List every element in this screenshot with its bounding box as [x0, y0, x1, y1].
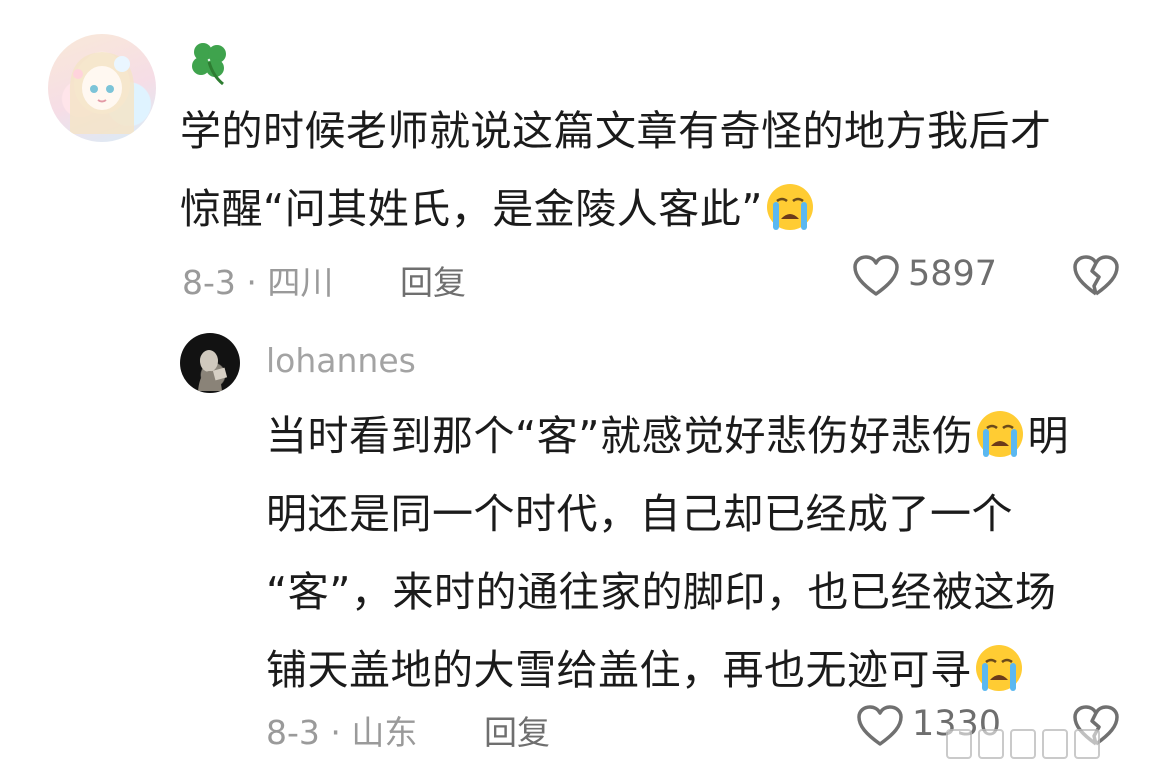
loudly-crying-face-icon [973, 641, 1025, 693]
loudly-crying-face-icon [764, 180, 816, 232]
four-leaf-clover-icon [183, 36, 235, 88]
loudly-crying-face-icon [974, 407, 1026, 459]
username[interactable]: lohannes [266, 341, 416, 380]
comment-date-location: 8-3 · 山东 [266, 713, 418, 752]
avatar[interactable] [180, 333, 240, 393]
watermark-mark [946, 729, 972, 759]
like-heart-icon[interactable] [852, 254, 900, 298]
watermark-mark [978, 729, 1004, 759]
anime-girl-avatar-icon [69, 52, 135, 134]
comment-line: 当时看到那个“客”就感觉好悲伤好悲伤 明 [266, 397, 1146, 475]
comment-date-location: 8-3 · 四川 [182, 263, 334, 302]
comment-line: 学的时候老师就说这篇文章有奇怪的地方我后才 [180, 107, 1052, 155]
comment-line: 铺天盖地的大雪给盖住，再也无迹可寻 [266, 631, 1146, 709]
comment-line: 明还是同一个时代，自己却已经成了一个 [266, 490, 1013, 538]
like-heart-icon[interactable] [856, 704, 904, 748]
watermark-logo [946, 724, 1156, 764]
reply-button[interactable]: 回复 [484, 706, 550, 754]
comment-line: 惊醒“问其姓氏，是金陵人客此” [180, 170, 1140, 248]
like-count: 5897 [908, 254, 998, 294]
comment-line: “客”，来时的通往家的脚印，也已经被这场 [266, 568, 1057, 616]
comment-text: 学的时候老师就说这篇文章有奇怪的地方我后才 惊醒“问其姓氏，是金陵人客此” [180, 92, 1140, 248]
watermark-mark [1042, 729, 1068, 759]
comment-text: 当时看到那个“客”就感觉好悲伤好悲伤 明 明还是同一个时代，自己却已经成了一个 … [266, 397, 1146, 709]
dark-photo-avatar-icon [198, 350, 228, 391]
watermark-mark [1074, 729, 1100, 759]
reply-button[interactable]: 回复 [400, 256, 466, 304]
avatar[interactable] [48, 34, 156, 142]
dislike-broken-heart-icon[interactable] [1072, 254, 1120, 298]
watermark-mark [1010, 729, 1036, 759]
